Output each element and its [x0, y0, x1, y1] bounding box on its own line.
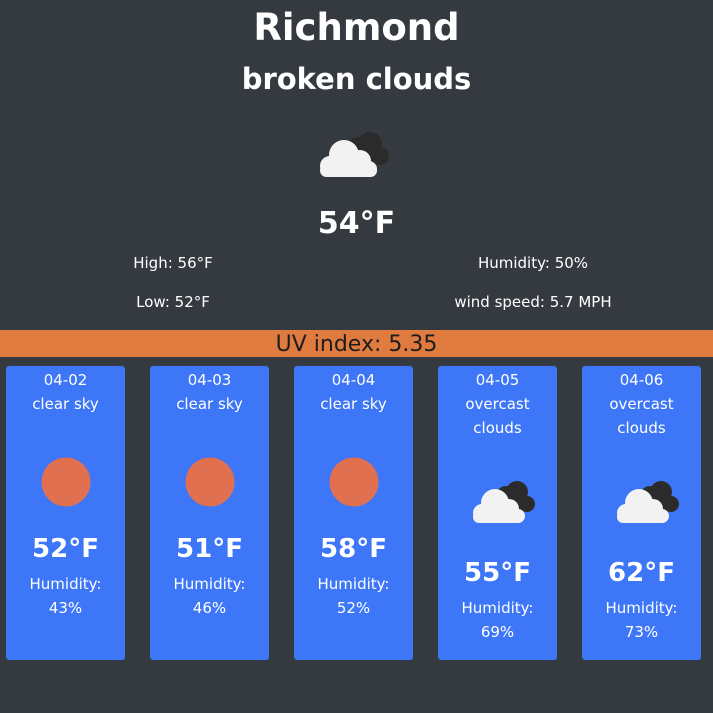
forecast-description: clear sky	[176, 395, 243, 413]
forecast-date: 04-06	[619, 371, 664, 389]
forecast-description: clear sky	[32, 395, 99, 413]
sun-icon	[41, 457, 91, 507]
forecast-card: 04-02 clear sky 52°F Humidity: 43%	[6, 366, 125, 660]
forecast-description: overcast clouds	[609, 395, 674, 437]
forecast-temperature: 51°F	[176, 534, 243, 564]
forecast-humidity-value: 73%	[624, 623, 659, 641]
overcast-clouds-icon	[617, 481, 679, 523]
current-humidity: Humidity: 50%	[477, 254, 589, 272]
current-description: broken clouds	[241, 62, 472, 96]
forecast-date: 04-03	[187, 371, 232, 389]
broken-clouds-icon	[320, 132, 389, 177]
forecast-humidity-label: Humidity:	[605, 599, 678, 617]
high-temperature: High: 56°F	[133, 254, 213, 272]
forecast-humidity-value: 52%	[336, 599, 371, 617]
weather-dashboard: Richmond broken clouds 54°F High: 56°F L…	[0, 0, 713, 713]
forecast-card: 04-05 overcast clouds 55°F Humidity: 69%	[438, 366, 557, 660]
forecast-temperature: 62°F	[608, 558, 675, 588]
uv-index-label: UV index: 5.35	[275, 332, 438, 357]
forecast-date: 04-04	[331, 371, 376, 389]
uv-index-bar: UV index: 5.35	[0, 330, 713, 357]
sun-icon	[185, 457, 235, 507]
forecast-humidity-label: Humidity:	[29, 575, 102, 593]
low-temperature: Low: 52°F	[136, 293, 210, 311]
forecast-humidity-value: 43%	[48, 599, 83, 617]
forecast-humidity-label: Humidity:	[317, 575, 390, 593]
forecast-temperature: 52°F	[32, 534, 99, 564]
city-name: Richmond	[253, 6, 460, 49]
forecast-temperature: 58°F	[320, 534, 387, 564]
forecast-description: clear sky	[320, 395, 387, 413]
forecast-date: 04-05	[475, 371, 520, 389]
sun-icon	[329, 457, 379, 507]
forecast-humidity-label: Humidity:	[461, 599, 534, 617]
forecast-humidity-value: 46%	[192, 599, 227, 617]
wind-speed: wind speed: 5.7 MPH	[454, 293, 612, 311]
forecast-card: 04-04 clear sky 58°F Humidity: 52%	[294, 366, 413, 660]
forecast-description: overcast clouds	[465, 395, 530, 437]
forecast-date: 04-02	[43, 371, 88, 389]
forecast-humidity-label: Humidity:	[173, 575, 246, 593]
forecast-temperature: 55°F	[464, 558, 531, 588]
forecast-humidity-value: 69%	[480, 623, 515, 641]
forecast-card: 04-06 overcast clouds 62°F Humidity: 73%	[582, 366, 701, 660]
forecast-card: 04-03 clear sky 51°F Humidity: 46%	[150, 366, 269, 660]
overcast-clouds-icon	[473, 481, 535, 523]
current-temperature: 54°F	[317, 206, 396, 241]
